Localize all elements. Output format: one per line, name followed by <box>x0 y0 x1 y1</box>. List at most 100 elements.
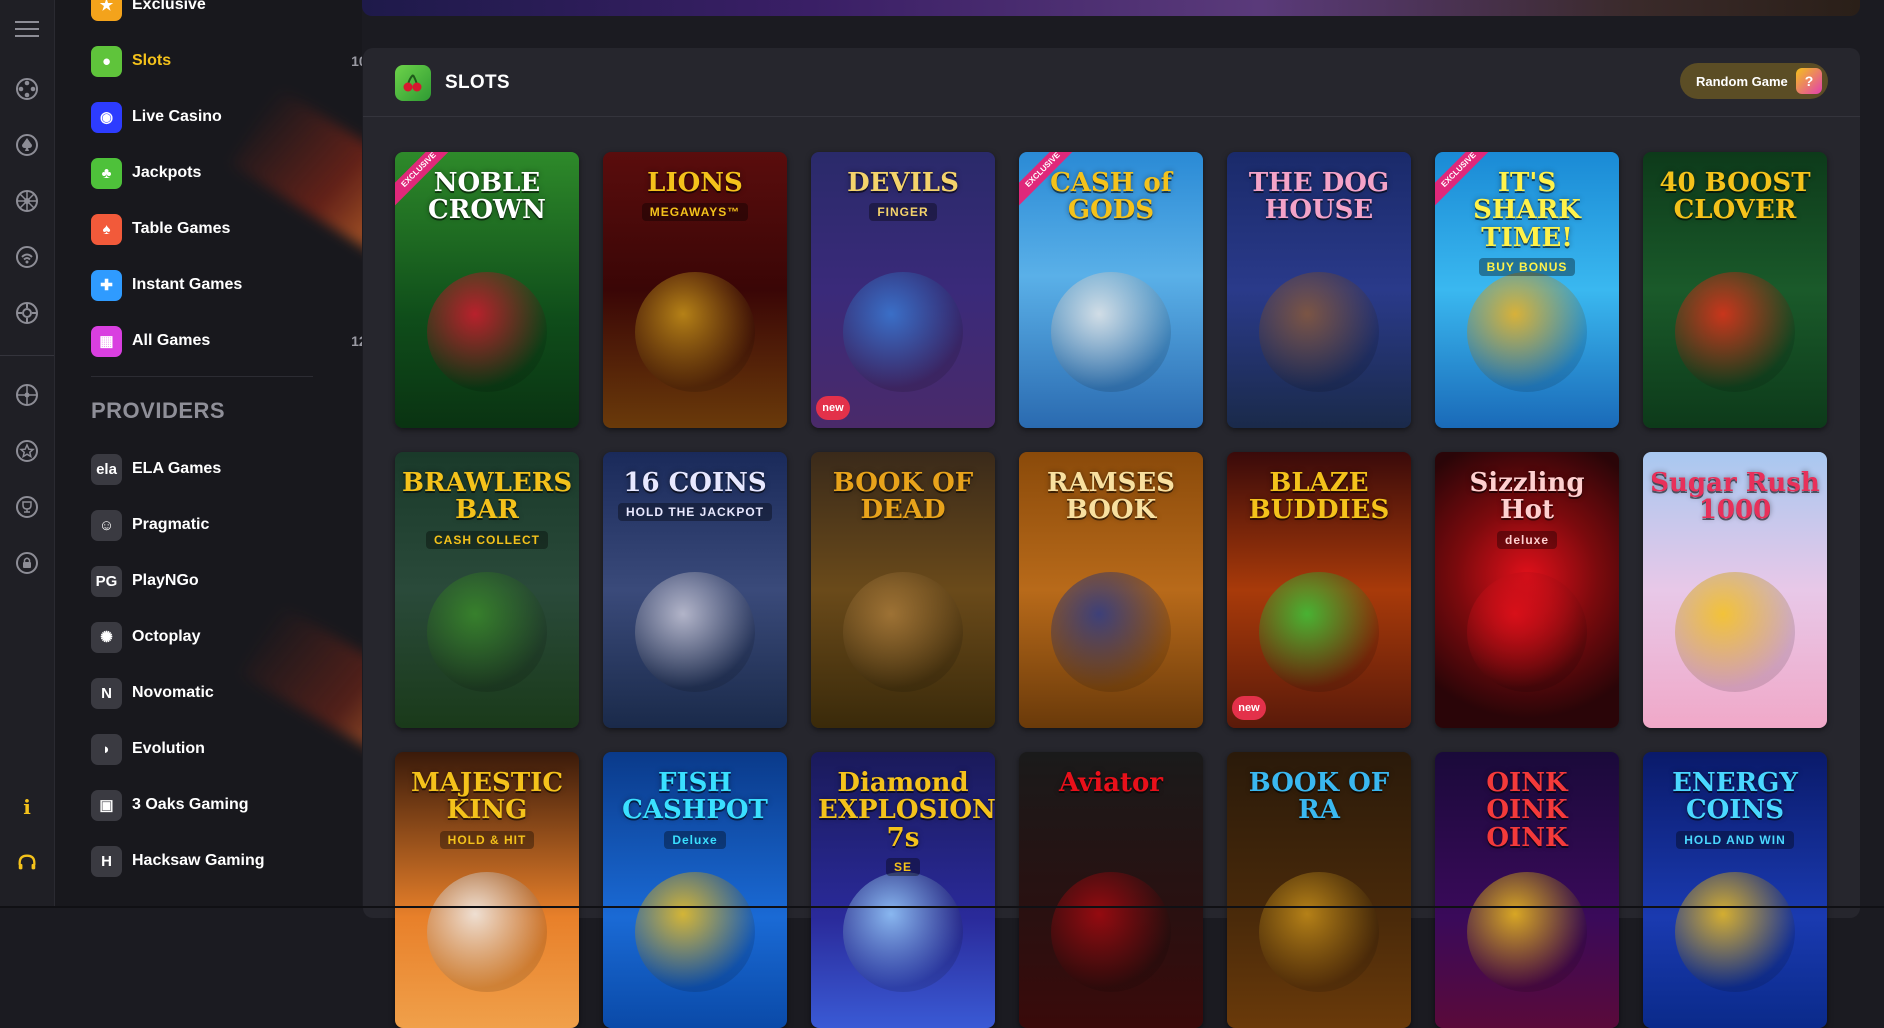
game-title: OINK OINK OINK <box>1486 768 1568 853</box>
game-title: Aviator <box>1059 768 1163 798</box>
provider-item-label: PlayNGo <box>132 572 199 589</box>
wireless-icon[interactable] <box>12 242 42 272</box>
game-artwork <box>1467 572 1587 692</box>
sidebar-item-label: Table Games <box>132 220 231 237</box>
provider-item-hacksaw-gaming[interactable]: H Hacksaw Gaming 193 <box>91 841 362 881</box>
game-title: FISH CASHPOT <box>622 768 768 826</box>
game-tile-16-coins[interactable]: 16 COINS HOLD THE JACKPOT <box>603 452 787 728</box>
game-title: RAMSES BOOK <box>1047 468 1175 526</box>
game-tile-lions[interactable]: LIONS MEGAWAYS™ <box>603 152 787 428</box>
target-icon[interactable] <box>12 298 42 328</box>
menu-icon[interactable] <box>12 14 42 44</box>
evolution-logo-icon: ◗ <box>91 733 122 765</box>
sidebar-item-jackpots[interactable]: ♣ Jackpots 672 <box>91 153 362 193</box>
game-artwork <box>1051 572 1171 692</box>
clover-icon: ♣ <box>91 157 122 189</box>
promo-banner[interactable] <box>362 0 1860 16</box>
3oaks-logo-icon: ▣ <box>91 789 122 821</box>
provider-item-3-oaks-gaming[interactable]: ▣ 3 Oaks Gaming 98 <box>91 785 362 825</box>
info-icon[interactable]: i <box>12 792 42 822</box>
game-tile-book-of-ra[interactable]: BOOK OF RA <box>1227 752 1411 1028</box>
provider-item-count: 40 <box>320 461 362 477</box>
game-artwork <box>1467 272 1587 392</box>
game-tile-sizzling-hot[interactable]: Sizzling Hot deluxe <box>1435 452 1619 728</box>
provider-item-novomatic[interactable]: N Novomatic 99 <box>91 673 362 713</box>
provider-item-label: ELA Games <box>132 460 222 477</box>
game-tile-energy-coins[interactable]: ENERGY COINS HOLD AND WIN <box>1643 752 1827 1028</box>
game-tile-diamond-explosion-7s[interactable]: Diamond EXPLOSION 7s SE <box>811 752 995 1028</box>
provider-item-label: 3 Oaks Gaming <box>132 796 249 813</box>
game-artwork <box>1259 272 1379 392</box>
game-subtitle: BUY BONUS <box>1478 257 1576 276</box>
lock-icon[interactable] <box>12 548 42 578</box>
game-subtitle: FINGER <box>869 203 937 222</box>
game-artwork <box>843 572 963 692</box>
sidebar-item-all-games[interactable]: ▦ All Games 12056 <box>91 321 362 361</box>
sidebar-item-exclusive[interactable]: ★ Exclusive 154 <box>91 0 362 25</box>
game-tile-book-of-dead[interactable]: BOOK OF DEAD <box>811 452 995 728</box>
sidebar-item-count: 230 <box>320 221 362 237</box>
sidebar-item-slots[interactable]: ● Slots 10807 <box>91 41 362 81</box>
star-badge-icon[interactable] <box>12 436 42 466</box>
steering-wheel-icon[interactable] <box>12 380 42 410</box>
game-tile-oink-oink-oink[interactable]: OINK OINK OINK <box>1435 752 1619 1028</box>
provider-item-playngo[interactable]: PG PlayNGo 409 <box>91 561 362 601</box>
random-game-button[interactable]: Random Game ? <box>1680 63 1828 99</box>
game-tile-ramses-book[interactable]: RAMSES BOOK <box>1019 452 1203 728</box>
rail-divider <box>0 355 54 356</box>
dice-icon: ? <box>1796 68 1822 94</box>
game-artwork <box>1675 872 1795 992</box>
sidebar-item-instant-games[interactable]: ✚ Instant Games 107 <box>91 265 362 305</box>
roulette-icon[interactable] <box>12 186 42 216</box>
sidebar-item-table-games[interactable]: ♠ Table Games 230 <box>91 209 362 249</box>
game-tile-the-dog-house[interactable]: THE DOG HOUSE <box>1227 152 1411 428</box>
game-tile-aviator[interactable]: Aviator <box>1019 752 1203 1028</box>
icon-rail: i <box>0 0 55 908</box>
game-artwork <box>1259 872 1379 992</box>
sidebar-item-count: 107 <box>320 277 362 293</box>
game-subtitle: MEGAWAYS™ <box>641 203 749 222</box>
game-artwork <box>1259 572 1379 692</box>
joystick-icon: ✚ <box>91 269 122 301</box>
game-title: BOOK OF RA <box>1248 768 1390 826</box>
game-artwork <box>635 872 755 992</box>
game-title: Diamond EXPLOSION 7s <box>818 768 995 853</box>
headset-icon[interactable] <box>12 848 42 878</box>
provider-item-evolution[interactable]: ◗ Evolution 124 <box>91 729 362 769</box>
game-tile-cash-of-gods[interactable]: CASH of GODS EXCLUSIVE <box>1019 152 1203 428</box>
sidebar-item-label: All Games <box>132 332 211 349</box>
sidebar-item-live-casino[interactable]: ◉ Live Casino 659 <box>91 97 362 137</box>
game-artwork <box>1675 572 1795 692</box>
slots-panel: SLOTS Random Game ? NOBLE CROWN EXCLUSIVE… <box>363 48 1860 1028</box>
game-tile-it-s-shark-time[interactable]: IT'S SHARK TIME! BUY BONUS EXCLUSIVE <box>1435 152 1619 428</box>
hacksaw-logo-icon: H <box>91 845 122 877</box>
game-title: BRAWLERS BAR <box>402 468 573 526</box>
provider-item-label: Octoplay <box>132 628 201 645</box>
game-tile-majestic-king[interactable]: MAJESTIC KING HOLD & HIT <box>395 752 579 1028</box>
playngo-logo-icon: PG <box>91 565 122 597</box>
film-reel-icon[interactable] <box>12 74 42 104</box>
camera-icon: ◉ <box>91 101 122 133</box>
game-tile-devils[interactable]: DEVILS FINGER new <box>811 152 995 428</box>
game-tile-blaze-buddies[interactable]: BLAZE BUDDIES new <box>1227 452 1411 728</box>
game-tile-brawlers-bar[interactable]: BRAWLERS BAR CASH COLLECT <box>395 452 579 728</box>
game-artwork <box>1051 872 1171 992</box>
game-artwork <box>843 872 963 992</box>
provider-item-label: Evolution <box>132 740 205 757</box>
game-tile-fish-cashpot[interactable]: FISH CASHPOT Deluxe <box>603 752 787 1028</box>
provider-item-count: 124 <box>320 741 362 757</box>
game-tile-sugar-rush-1000[interactable]: Sugar Rush 1000 <box>1643 452 1827 728</box>
new-badge: new <box>816 396 850 420</box>
spade-icon[interactable] <box>12 130 42 160</box>
game-artwork <box>635 572 755 692</box>
game-tile-40-boost-clover[interactable]: 40 BOOST CLOVER <box>1643 152 1827 428</box>
provider-item-pragmatic[interactable]: ☺ Pragmatic 532 <box>91 505 362 545</box>
provider-item-label: Hacksaw Gaming <box>132 852 265 869</box>
trophy-icon[interactable] <box>12 492 42 522</box>
game-title: 16 COINS <box>623 468 767 498</box>
provider-item-octoplay[interactable]: ✺ Octoplay 104 <box>91 617 362 657</box>
sidebar-item-count: 672 <box>320 165 362 181</box>
sidebar-item-label: Instant Games <box>132 276 243 293</box>
game-tile-noble-crown[interactable]: NOBLE CROWN EXCLUSIVE <box>395 152 579 428</box>
provider-item-ela-games[interactable]: ela ELA Games 40 <box>91 449 362 489</box>
